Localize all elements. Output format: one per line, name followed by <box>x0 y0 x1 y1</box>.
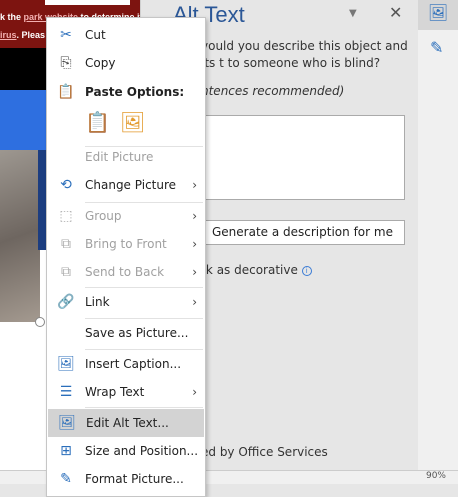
banner-box <box>45 0 130 5</box>
clipboard-icon: 📋 <box>57 84 75 100</box>
menu-label: Change Picture <box>85 178 177 192</box>
menu-item-format-picture[interactable]: ✎ Format Picture... <box>47 465 205 493</box>
menu-label: Save as Picture... <box>85 326 189 340</box>
pane-question: vould you describe this object and its t… <box>201 39 408 70</box>
menu-label: Bring to Front <box>85 237 167 251</box>
paste-as-picture-icon[interactable]: 🖼 <box>120 110 145 134</box>
decorative-label: rk as decorative <box>201 263 298 277</box>
alt-text-tab-icon[interactable]: 🖼 <box>418 0 458 30</box>
paste-keep-formatting-icon[interactable]: 📋 <box>85 110 110 134</box>
menu-item-size-position[interactable]: ⊞ Size and Position... <box>47 437 205 465</box>
link-icon: 🔗 <box>57 294 75 310</box>
menu-label: Edit Picture <box>85 150 154 164</box>
scissors-icon: ✂ <box>60 27 72 43</box>
change-picture-icon: ⟲ <box>60 177 72 193</box>
selected-picture[interactable] <box>0 150 40 322</box>
menu-item-send-to-back: ⧉ Send to Back › <box>47 258 205 286</box>
send-back-icon: ⧉ <box>61 264 71 280</box>
paste-options-header: 📋 Paste Options: <box>47 78 205 106</box>
banner-text: k the <box>0 12 24 22</box>
close-icon[interactable]: ✕ <box>389 3 402 22</box>
banner-text: . Pleas <box>16 30 46 40</box>
pane-options-icon[interactable]: ▼ <box>349 8 357 19</box>
menu-label: Send to Back <box>85 265 165 279</box>
group-icon: ⬚ <box>59 208 73 224</box>
menu-item-copy[interactable]: ⎘ Copy <box>47 49 205 77</box>
menu-item-insert-caption[interactable]: 🖼 Insert Caption... <box>47 350 205 378</box>
menu-item-save-as-picture[interactable]: Save as Picture... <box>47 319 205 347</box>
caption-icon: 🖼 <box>57 356 75 372</box>
size-position-icon: ⊞ <box>60 443 72 459</box>
menu-label: Link <box>85 295 110 309</box>
divider <box>85 407 203 408</box>
mark-decorative-checkbox[interactable]: rk as decorative i <box>201 263 312 277</box>
chevron-right-icon: › <box>192 295 197 309</box>
menu-item-change-picture[interactable]: ⟲ Change Picture › <box>47 171 205 199</box>
pane-hint: ntences recommended) <box>201 84 345 98</box>
menu-item-group: ⬚ Group › <box>47 202 205 230</box>
generate-description-button[interactable]: Generate a description for me <box>201 220 405 245</box>
format-tab-icon[interactable]: ✎ <box>430 38 443 57</box>
copy-icon: ⎘ <box>60 55 72 71</box>
chevron-right-icon: › <box>192 209 197 223</box>
zoom-level[interactable]: 90% <box>426 471 446 481</box>
chevron-right-icon: › <box>192 237 197 251</box>
menu-item-wrap-text[interactable]: ☰ Wrap Text › <box>47 378 205 406</box>
menu-label: Size and Position... <box>85 444 199 458</box>
wrap-text-icon: ☰ <box>59 384 73 400</box>
chevron-right-icon: › <box>192 178 197 192</box>
chevron-right-icon: › <box>192 265 197 279</box>
chevron-right-icon: › <box>192 385 197 399</box>
menu-item-cut[interactable]: ✂ Cut <box>47 21 205 49</box>
menu-label: Group <box>85 209 122 223</box>
menu-label: Cut <box>85 28 106 42</box>
bring-front-icon: ⧉ <box>61 236 71 252</box>
menu-item-bring-to-front: ⧉ Bring to Front › <box>47 230 205 258</box>
menu-item-link[interactable]: 🔗 Link › <box>47 288 205 316</box>
menu-label: Paste Options: <box>85 85 185 99</box>
menu-label: Wrap Text <box>85 385 145 399</box>
context-menu: ✂ Cut ⎘ Copy 📋 Paste Options: 📋 🖼 Edit Pictu… <box>46 17 206 497</box>
pane-tab-strip: 🖼 ✎ <box>418 0 458 470</box>
format-picture-icon: ✎ <box>60 471 72 487</box>
menu-item-edit-alt-text[interactable]: 🖼 Edit Alt Text... <box>48 409 204 437</box>
info-icon[interactable]: i <box>301 265 312 276</box>
paste-options: 📋 🖼 <box>85 110 145 134</box>
menu-label: Copy <box>85 56 116 70</box>
alt-text-input[interactable] <box>201 115 405 200</box>
resize-handle[interactable] <box>35 317 45 327</box>
menu-label: Edit Alt Text... <box>86 416 169 430</box>
menu-label: Insert Caption... <box>85 357 182 371</box>
services-text: ed by Office Services <box>201 445 328 459</box>
alt-text-icon: 🖼 <box>58 415 76 431</box>
menu-item-edit-picture: Edit Picture <box>47 143 205 171</box>
banner-link[interactable]: irus <box>0 30 17 40</box>
